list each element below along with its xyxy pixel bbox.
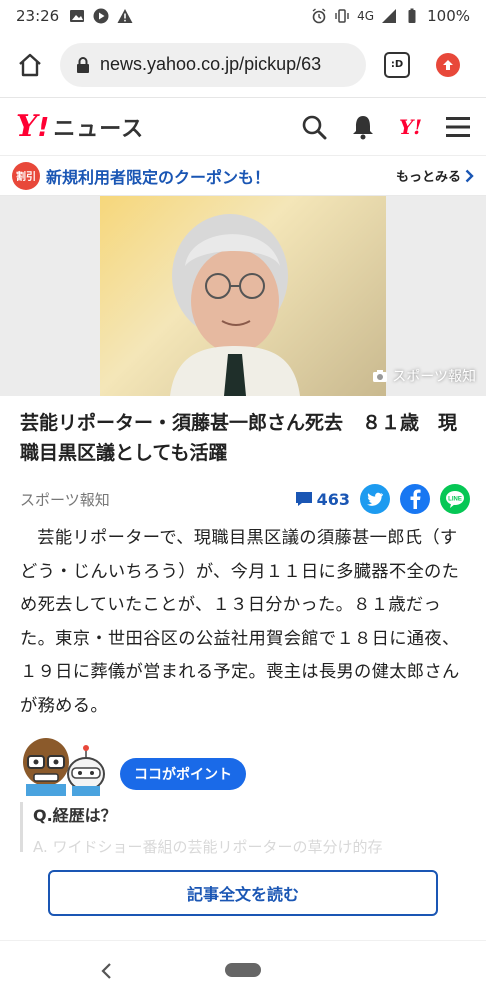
qa-preview: Q.経歴は？ A. ワイドショー番組の芸能リポーターの草分け的存 — [20, 802, 470, 856]
status-bar: 23:26 4G 100% — [0, 0, 486, 32]
network-label: 4G — [357, 9, 375, 23]
search-icon[interactable] — [301, 114, 327, 140]
alarm-icon — [312, 8, 326, 24]
address-bar[interactable]: news.yahoo.co.jp/pickup/63 — [60, 42, 366, 87]
home-button[interactable] — [12, 47, 48, 83]
article-source[interactable]: スポーツ報知 — [20, 489, 110, 510]
logo-y: Y — [16, 109, 38, 144]
article-image[interactable]: スポーツ報知 — [0, 196, 486, 396]
article-body: 芸能リポーターで、現職目黒区議の須藤甚一郎氏（すどう・じんいちろう）が、今月１１… — [20, 528, 460, 716]
coupon-banner[interactable]: 割引 新規利用者限定のクーポンも！ もっとみる — [0, 156, 486, 196]
tab-switcher-button[interactable]: :D — [384, 51, 410, 78]
key-points-label: ココがポイント — [120, 758, 246, 790]
question-text: Q.経歴は？ — [33, 806, 117, 825]
comment-icon — [295, 492, 312, 506]
article-meta: スポーツ報知 463 LINE — [20, 482, 470, 516]
comments-link[interactable]: 463 — [295, 490, 350, 509]
logo-text: ニュース — [53, 117, 145, 142]
bell-icon[interactable] — [351, 114, 375, 140]
home-gesture-pill[interactable] — [225, 963, 261, 977]
site-header: Y ! ニュース Y! — [0, 98, 486, 156]
arrow-up-icon — [443, 59, 453, 70]
battery-percent: 100% — [427, 7, 470, 25]
warning-icon — [117, 9, 133, 23]
menu-icon[interactable] — [446, 116, 470, 138]
coupon-text: 新規利用者限定のクーポンも！ — [46, 167, 271, 187]
svg-text:LINE: LINE — [448, 497, 462, 503]
home-icon — [19, 53, 41, 76]
line-share-button[interactable]: LINE — [440, 484, 470, 514]
discount-badge: 割引 — [12, 161, 40, 190]
back-icon[interactable] — [100, 961, 114, 981]
battery-icon — [408, 8, 416, 23]
more-link[interactable]: もっとみる — [396, 166, 474, 185]
signal-icon — [382, 9, 397, 23]
yahoo-news-logo[interactable]: Y ! ニュース — [16, 109, 144, 144]
logo-exclamation: ! — [37, 113, 50, 143]
url-text: news.yahoo.co.jp/pickup/63 — [100, 54, 322, 74]
read-full-article-button[interactable]: 記事全文を読む — [48, 870, 438, 916]
portrait-photo — [100, 196, 386, 396]
facebook-share-button[interactable] — [400, 484, 430, 514]
key-points-header: ココがポイント — [20, 732, 470, 802]
yahoo-top-icon[interactable]: Y! — [399, 115, 422, 139]
comment-count: 463 — [316, 489, 350, 509]
camera-icon — [373, 370, 388, 382]
photo-credit: スポーツ報知 — [372, 366, 476, 386]
play-icon — [93, 8, 109, 24]
mascot-illustration — [23, 738, 105, 796]
vibrate-icon — [335, 9, 349, 23]
facebook-icon — [410, 489, 421, 509]
portrait-illustration — [170, 214, 300, 396]
browser-toolbar: news.yahoo.co.jp/pickup/63 :D — [0, 32, 486, 98]
photo-credit-label: スポーツ報知 — [392, 369, 476, 385]
answer-preview: A. ワイドショー番組の芸能リポーターの草分け的存 — [33, 838, 383, 856]
more-link-label: もっとみる — [395, 170, 461, 185]
chevron-right-icon — [465, 169, 474, 182]
line-icon: LINE — [446, 491, 464, 508]
image-icon — [70, 10, 85, 22]
status-time: 23:26 — [16, 7, 60, 25]
article-title: 芸能リポーター・須藤甚一郎さん死去 ８１歳 現職目黒区議としても活躍 — [20, 412, 458, 464]
twitter-share-button[interactable] — [360, 484, 390, 514]
system-nav-bar — [0, 940, 486, 999]
update-button[interactable] — [436, 52, 460, 77]
twitter-icon — [367, 492, 383, 506]
lock-icon — [77, 56, 89, 73]
